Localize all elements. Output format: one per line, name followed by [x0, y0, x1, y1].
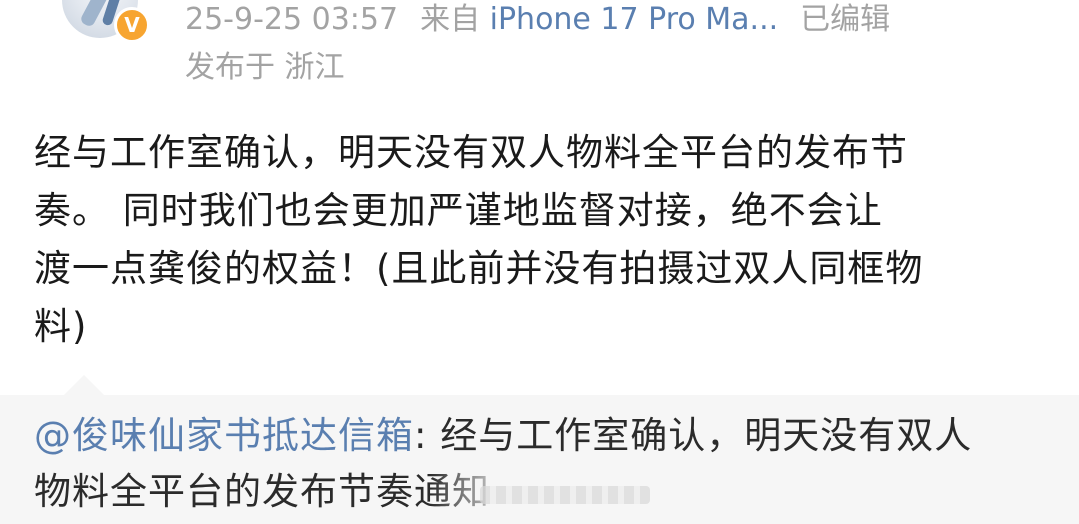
post-content-line: 渡一点龚俊的权益！(且此前并没有拍摄过双人同框物 — [34, 247, 924, 290]
post-content-line: 料) — [34, 305, 88, 348]
post-content-line: 经与工作室确认，明天没有双人物料全平台的发布节 — [34, 131, 908, 174]
verified-badge-icon: V — [114, 7, 150, 43]
repost-pointer — [64, 375, 104, 395]
repost-text-line1: : 经与工作室确认，明天没有双人 — [414, 414, 973, 457]
post-content: 经与工作室确认，明天没有双人物料全平台的发布节 奏。 同时我们也会更加严谨地监督… — [34, 124, 1054, 356]
edited-label[interactable]: 已编辑 — [800, 2, 890, 37]
source-prefix: 来自 — [420, 2, 481, 37]
avatar-container[interactable]: V — [62, 0, 150, 44]
post-location: 发布于 浙江 — [185, 50, 345, 85]
repost-mention-link[interactable]: @俊味仙家书抵达信箱 — [34, 414, 414, 457]
weibo-post: V 25-9-25 03:57 来自 iPhone 17 Pro Ma... 已编辑… — [0, 0, 1079, 524]
device-link[interactable]: iPhone 17 Pro Ma... — [490, 2, 779, 37]
post-content-line: 奏。 同时我们也会更加严谨地监督对接，绝不会让 — [34, 189, 883, 232]
post-timestamp: 25-9-25 03:57 — [185, 2, 399, 37]
repost-line: @俊味仙家书抵达信箱: 经与工作室确认，明天没有双人 — [34, 408, 1064, 464]
blurred-text — [480, 486, 650, 504]
post-meta: 25-9-25 03:57 来自 iPhone 17 Pro Ma... 已编辑 — [185, 0, 890, 40]
